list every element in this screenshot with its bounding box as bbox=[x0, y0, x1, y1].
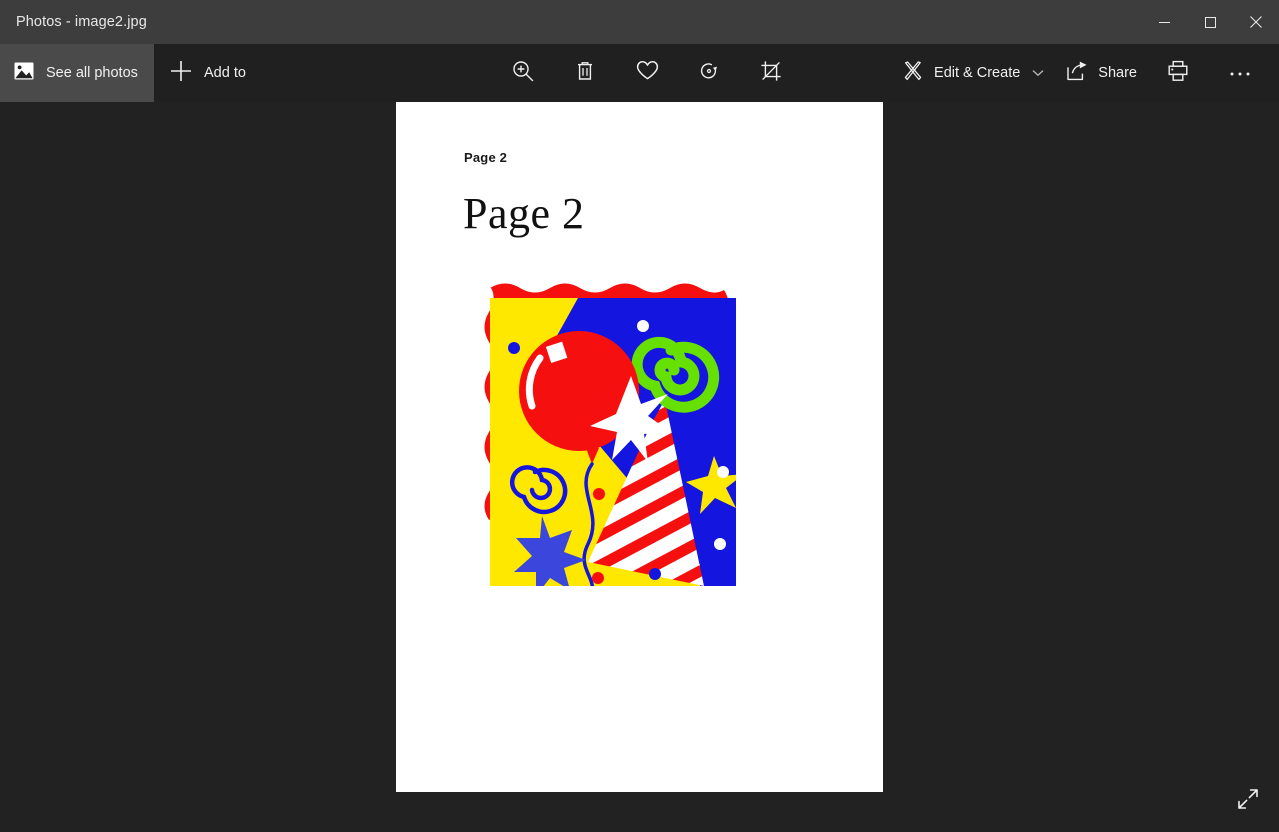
zoom-in-icon bbox=[512, 60, 534, 87]
zoom-in-button[interactable] bbox=[500, 50, 546, 96]
artwork-image bbox=[468, 276, 758, 608]
rotate-icon bbox=[698, 60, 720, 87]
crop-button[interactable] bbox=[748, 50, 794, 96]
toolbar-right-group: Edit & Create Share bbox=[892, 44, 1271, 102]
window-title: Photos - image2.jpg bbox=[16, 14, 147, 30]
close-icon bbox=[1250, 16, 1262, 28]
image-viewer-canvas[interactable]: Page 2 Page 2 bbox=[0, 102, 1279, 832]
toolbar-left-group: See all photos Add to bbox=[0, 44, 264, 102]
toolbar-center-group bbox=[492, 44, 802, 102]
share-button[interactable]: Share bbox=[1056, 50, 1147, 96]
expand-button[interactable] bbox=[1225, 778, 1271, 824]
page-header-text: Page 2 bbox=[464, 150, 507, 165]
add-to-label: Add to bbox=[204, 65, 246, 81]
favorite-button[interactable] bbox=[624, 50, 670, 96]
more-options-button[interactable] bbox=[1217, 50, 1263, 96]
minimize-icon bbox=[1159, 17, 1170, 28]
title-bar: Photos - image2.jpg bbox=[0, 0, 1279, 44]
minimize-button[interactable] bbox=[1141, 0, 1187, 44]
close-button[interactable] bbox=[1233, 0, 1279, 44]
ellipsis-icon bbox=[1229, 64, 1251, 82]
print-button[interactable] bbox=[1155, 50, 1201, 96]
pencil-brush-icon bbox=[902, 60, 924, 87]
share-icon bbox=[1066, 61, 1088, 86]
trash-icon bbox=[574, 60, 596, 87]
printer-icon bbox=[1167, 60, 1189, 87]
edit-and-create-button[interactable]: Edit & Create bbox=[892, 50, 1056, 96]
window-controls bbox=[1141, 0, 1279, 44]
plus-icon bbox=[170, 60, 192, 87]
delete-button[interactable] bbox=[562, 50, 608, 96]
share-label: Share bbox=[1098, 65, 1137, 81]
page-heading-text: Page 2 bbox=[463, 188, 585, 239]
see-all-photos-label: See all photos bbox=[46, 65, 138, 81]
document-page: Page 2 Page 2 bbox=[396, 102, 883, 792]
maximize-icon bbox=[1205, 17, 1216, 28]
maximize-button[interactable] bbox=[1187, 0, 1233, 44]
see-all-photos-button[interactable]: See all photos bbox=[0, 44, 154, 102]
rotate-button[interactable] bbox=[686, 50, 732, 96]
add-to-button[interactable]: Add to bbox=[154, 44, 264, 102]
expand-arrows-icon bbox=[1236, 787, 1260, 816]
toolbar: See all photos Add to bbox=[0, 44, 1279, 102]
heart-icon bbox=[636, 60, 659, 86]
chevron-down-icon bbox=[1032, 64, 1044, 82]
photos-library-icon bbox=[14, 62, 34, 85]
crop-icon bbox=[760, 60, 782, 87]
edit-and-create-label: Edit & Create bbox=[934, 65, 1020, 81]
